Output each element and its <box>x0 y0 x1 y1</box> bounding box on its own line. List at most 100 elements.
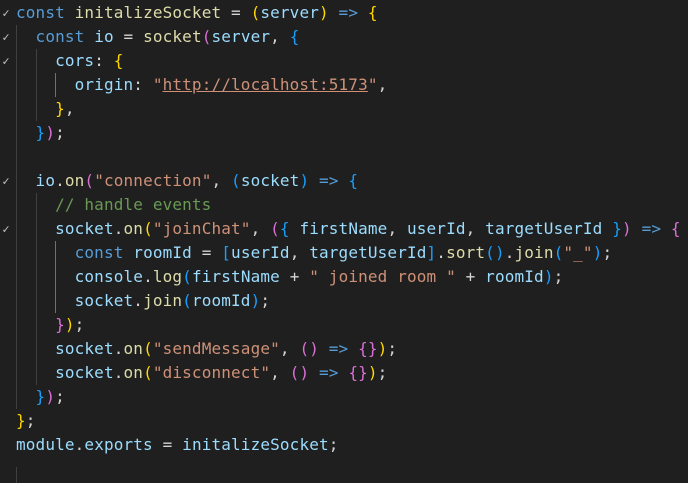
fold-gutter: ✓ ✓ ✓ ✓ ✓ <box>0 0 14 483</box>
code-token: . <box>55 171 65 190</box>
code-token: = <box>152 435 183 454</box>
chevron-down-icon[interactable]: ✓ <box>0 217 12 241</box>
code-token: userId <box>231 243 290 262</box>
code-token: " <box>152 75 163 94</box>
code-token: socket <box>55 339 114 358</box>
code-line[interactable]: socket.on("sendMessage", () => {}); <box>16 337 397 361</box>
chevron-down-icon[interactable]: ✓ <box>0 25 12 49</box>
code-token: ) <box>299 171 310 190</box>
code-token: => <box>309 363 349 382</box>
code-token: ; <box>25 411 36 430</box>
code-token: () <box>289 363 310 382</box>
code-token: { <box>113 51 124 70</box>
code-token: socket <box>143 27 202 46</box>
indent-guide <box>35 49 37 121</box>
code-token: . <box>143 267 153 286</box>
code-token: server <box>211 27 271 46</box>
code-line[interactable]: console.log(firstName + " joined room " … <box>16 265 564 289</box>
code-token: targetUserId <box>309 243 427 262</box>
code-line[interactable]: }, <box>16 97 75 121</box>
code-token: } <box>55 315 65 334</box>
code-token: . <box>504 243 515 262</box>
code-token: firstName <box>299 219 388 238</box>
code-token: firstName <box>191 267 280 286</box>
code-token: userId <box>406 219 466 238</box>
code-line[interactable]: const initalizeSocket = (server) => { <box>16 1 378 25</box>
code-token: ; <box>260 291 271 310</box>
code-token: , <box>289 243 310 262</box>
code-token: , <box>387 219 407 238</box>
code-token: = <box>113 27 144 46</box>
indent-guide <box>35 193 37 385</box>
code-token: , <box>279 339 300 358</box>
code-token: io <box>94 27 114 46</box>
code-line[interactable]: const roomId = [userId, targetUserId].so… <box>16 241 613 265</box>
code-token: initalizeSocket <box>182 435 329 454</box>
code-token: ; <box>377 363 388 382</box>
code-token: => <box>631 219 671 238</box>
code-token: join <box>514 243 554 262</box>
code-token: targetUserId <box>485 219 603 238</box>
code-token: on <box>123 339 144 358</box>
code-token: } <box>16 411 26 430</box>
code-line[interactable]: socket.on("joinChat", ({ firstName, user… <box>16 217 681 241</box>
code-token: ) <box>622 219 632 238</box>
code-token: ( <box>84 171 95 190</box>
code-line[interactable]: }); <box>16 121 65 145</box>
code-token: ( <box>250 3 261 22</box>
code-token: socket <box>240 171 300 190</box>
code-token: () <box>299 339 319 358</box>
code-token: module <box>16 435 75 454</box>
chevron-down-icon[interactable]: ✓ <box>0 169 12 193</box>
code-line[interactable]: const io = socket(server, { <box>16 25 300 49</box>
code-token: exports <box>84 435 153 454</box>
code-line[interactable]: }); <box>16 313 84 337</box>
code-token: ; <box>602 243 613 262</box>
indent-guide <box>16 467 17 483</box>
code-line[interactable]: module.exports = initalizeSocket; <box>16 433 339 457</box>
code-line[interactable]: // handle events <box>16 193 211 217</box>
code-token: ; <box>74 315 85 334</box>
code-token: ) <box>250 291 261 310</box>
chevron-down-icon[interactable]: ✓ <box>0 1 12 25</box>
indent-guide <box>55 241 57 313</box>
code-token: "disconnect" <box>152 363 271 382</box>
code-token: ) <box>543 267 554 286</box>
code-token: ) <box>592 243 603 262</box>
code-line[interactable]: cors: { <box>16 49 124 73</box>
code-editor[interactable]: ✓ ✓ ✓ ✓ ✓ const initalizeSocket = (server) =… <box>0 0 688 483</box>
code-token: "connection" <box>94 171 212 190</box>
code-token: ; <box>553 267 564 286</box>
code-token: cors <box>55 51 95 70</box>
code-token: io <box>35 171 56 190</box>
code-line[interactable]: }; <box>16 409 36 433</box>
code-token: , <box>270 27 290 46</box>
code-token: http://localhost:5173 <box>162 75 368 94</box>
code-token: ) <box>45 123 56 142</box>
code-token: + <box>279 267 310 286</box>
code-token: {} <box>348 363 368 382</box>
code-token: console <box>74 267 144 286</box>
code-token: ) <box>367 363 378 382</box>
code-line[interactable]: socket.on("disconnect", () => {}); <box>16 361 387 385</box>
code-token: . <box>74 435 85 454</box>
code-token: ) <box>494 243 505 262</box>
chevron-down-icon[interactable]: ✓ <box>0 49 12 73</box>
code-token: ; <box>328 435 339 454</box>
code-token: = <box>191 243 222 262</box>
code-token: server <box>260 3 319 22</box>
code-line[interactable]: io.on("connection", (socket) => { <box>16 169 358 193</box>
code-line[interactable]: }); <box>16 385 65 409</box>
code-token: "joinChat" <box>152 219 251 238</box>
code-token: ) <box>45 387 56 406</box>
code-token: , <box>250 219 271 238</box>
code-token: sort <box>446 243 486 262</box>
code-token: . <box>436 243 447 262</box>
code-line[interactable]: origin: "http://localhost:5173", <box>16 73 388 97</box>
